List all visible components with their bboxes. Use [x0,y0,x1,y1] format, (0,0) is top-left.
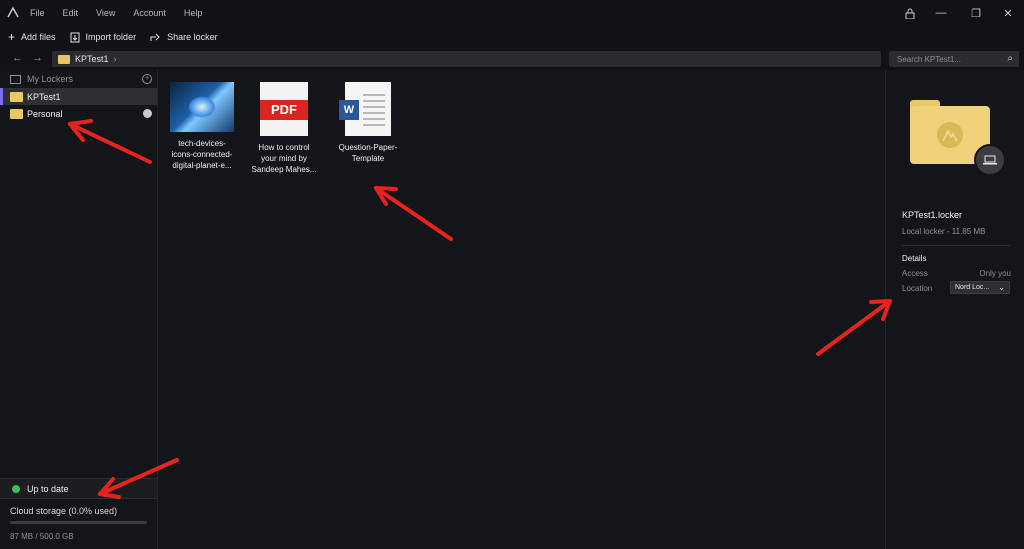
nordlocker-logo-icon [7,6,19,18]
file-name-line: Question-Paper- [338,143,398,152]
location-label: Location [902,284,933,293]
access-label: Access [902,269,928,278]
pdf-file-icon: PDF [260,82,308,136]
menu-help[interactable]: Help [184,8,203,18]
file-item-image[interactable]: tech-devices- icons-connected- digital-p… [162,82,242,171]
file-name-line: tech-devices- [178,139,226,148]
locker-subtitle: Local locker - 11.85 MB [902,227,986,236]
shared-icon [143,109,152,118]
menu-view[interactable]: View [96,8,115,18]
file-name-line: Sandeep Mahes... [251,165,317,174]
breadcrumb[interactable]: KPTest1 › [52,51,881,67]
menu-bar: File Edit View Account Help [30,0,220,26]
menu-account[interactable]: Account [133,8,166,18]
import-folder-label: Import folder [85,32,137,42]
add-files-button[interactable]: + Add files [8,30,56,44]
file-name-line: digital-planet-e... [172,161,232,170]
forward-arrow-icon[interactable]: → [32,52,43,64]
storage-progress-bar [10,521,147,524]
toolbar: + Add files Import folder Share locker [0,26,1024,48]
chevron-down-icon: ⌄ [998,283,1005,292]
menu-file[interactable]: File [30,8,45,18]
cloud-storage-label: Cloud storage (0.0% used) [10,506,118,516]
image-thumbnail [170,82,234,132]
share-locker-label: Share locker [167,32,218,42]
file-name-line: How to control [258,143,310,152]
import-icon [70,32,80,42]
my-lockers-label: My Lockers [27,74,74,84]
location-value: Nord Loc... [955,284,990,291]
add-locker-icon[interactable]: + [142,74,152,84]
menu-edit[interactable]: Edit [63,8,79,18]
word-file-icon: W [339,82,391,136]
laptop-icon [974,144,1006,176]
title-bar: File Edit View Account Help — ❐ ✕ [0,0,1024,26]
restore-button[interactable]: ❐ [962,0,990,26]
lock-app-icon[interactable] [896,0,924,26]
nordlocker-emblem-icon [937,122,963,148]
add-files-label: Add files [21,32,56,42]
file-name-line: icons-connected- [171,150,233,159]
close-button[interactable]: ✕ [994,0,1022,26]
file-area: tech-devices- icons-connected- digital-p… [158,70,884,549]
breadcrumb-chevron-icon: › [113,54,117,64]
search-placeholder: Search KPTest1... [897,54,962,64]
back-arrow-icon[interactable]: ← [12,52,23,64]
minimize-button[interactable]: — [927,0,955,26]
sidebar-item-kptest1[interactable]: KPTest1 [0,88,157,105]
breadcrumb-current[interactable]: KPTest1 [75,54,109,64]
sidebar-item-personal[interactable]: Personal [0,105,157,122]
folder-icon [58,54,70,64]
file-item-pdf[interactable]: PDF How to control your mind by Sandeep … [244,82,324,175]
locker-title: KPTest1.locker [902,210,963,220]
storage-size: 87 MB / 500.0 GB [10,532,74,541]
file-item-word[interactable]: W Question-Paper- Template [328,82,408,164]
lockers-icon [10,74,21,84]
share-locker-button[interactable]: Share locker [150,32,218,42]
share-icon [150,33,160,41]
pdf-badge: PDF [260,100,308,120]
search-input[interactable]: Search KPTest1... ⌕ [889,51,1019,67]
locker-folder-icon [10,108,23,119]
details-heading: Details [902,254,927,263]
locker-folder-icon [10,91,23,102]
my-lockers-header: My Lockers [10,74,73,84]
details-panel: KPTest1.locker Local locker - 11.85 MB D… [885,70,1024,549]
sidebar-item-label: Personal [27,108,63,119]
sidebar-item-label: KPTest1 [27,91,61,102]
word-badge: W [339,100,359,120]
file-name-line: Template [351,154,385,163]
sync-status: Up to date [0,478,157,499]
file-name-line: your mind by [261,154,307,163]
sync-status-text: Up to date [27,483,69,494]
plus-icon: + [8,30,16,44]
divider [902,245,1010,246]
import-folder-button[interactable]: Import folder [70,32,137,43]
search-icon: ⌕ [1007,53,1013,64]
location-dropdown[interactable]: Nord Loc... ⌄ [950,281,1010,294]
check-circle-icon [12,484,20,493]
access-value: Only you [979,269,1011,278]
